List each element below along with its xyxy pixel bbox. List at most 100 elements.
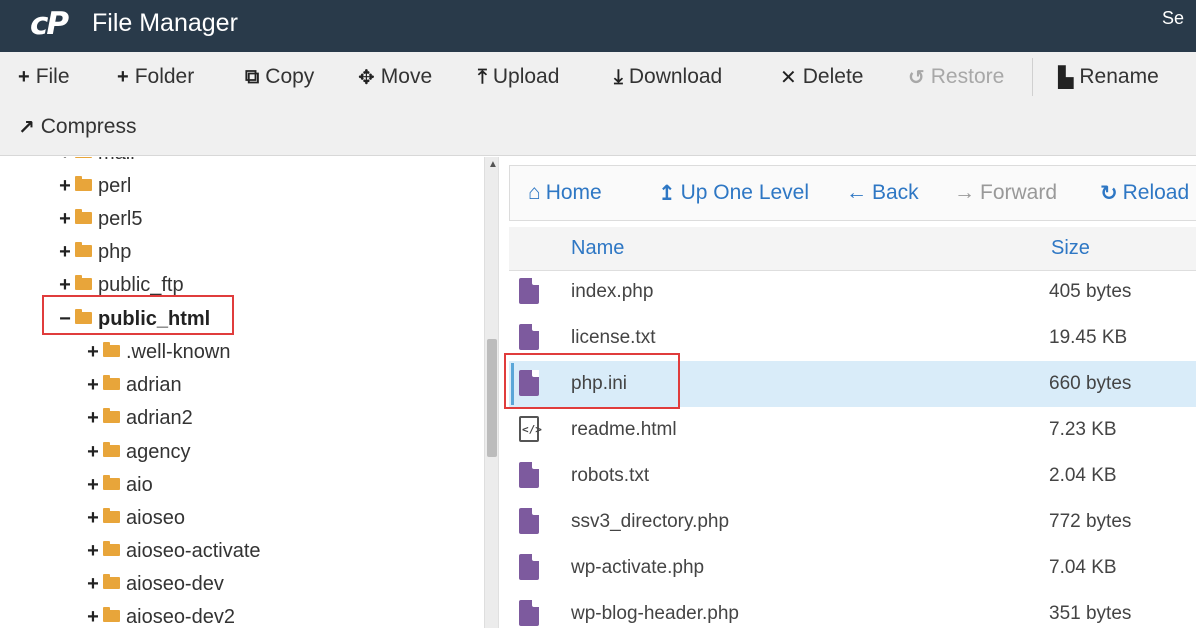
file-name: index.php xyxy=(571,281,654,302)
folder-icon xyxy=(103,442,120,457)
folder-icon xyxy=(75,176,92,191)
expand-icon[interactable]: + xyxy=(86,407,100,430)
tree-item[interactable]: + adrian xyxy=(86,369,181,401)
folder-icon xyxy=(103,574,120,589)
rename-button[interactable]: ▙ Rename xyxy=(1058,52,1159,102)
cpanel-logo[interactable]: cP xyxy=(30,6,69,42)
tree-item[interactable]: + perl xyxy=(58,170,131,202)
upload-button[interactable]: ⤒ Upload xyxy=(478,52,559,102)
table-row[interactable]: robots.txt 2.04 KB xyxy=(509,453,1196,499)
up-one-level-button[interactable]: ↥ Up One Level xyxy=(658,166,809,220)
title-bar: cP File Manager Se xyxy=(0,0,1196,52)
expand-icon[interactable]: + xyxy=(58,175,72,198)
folder-icon xyxy=(75,242,92,257)
file-name: wp-activate.php xyxy=(571,557,705,578)
scrollbar-thumb[interactable] xyxy=(487,339,497,457)
file-icon xyxy=(519,462,539,488)
tree-item[interactable]: + aioseo-dev xyxy=(86,568,224,600)
file-name: license.txt xyxy=(571,327,656,348)
file-name: readme.html xyxy=(571,419,677,440)
folder-icon xyxy=(103,342,120,357)
folder-icon xyxy=(75,209,92,224)
file-size: 351 bytes xyxy=(1049,603,1132,624)
new-file-button[interactable]: + File xyxy=(18,52,70,102)
copy-icon: ⧉ xyxy=(245,65,260,88)
download-icon: ⤓ xyxy=(614,65,623,88)
compress-icon: ↗ xyxy=(18,116,35,139)
file-size: 7.04 KB xyxy=(1049,557,1117,578)
folder-icon xyxy=(103,375,120,390)
expand-icon[interactable]: + xyxy=(86,507,100,530)
tree-item[interactable]: + perl5 xyxy=(58,203,142,235)
folder-icon xyxy=(103,475,120,490)
file-name: ssv3_directory.php xyxy=(571,511,730,532)
tree-item[interactable]: + .well-known xyxy=(86,336,230,368)
expand-icon[interactable]: + xyxy=(58,208,72,231)
expand-icon[interactable]: + xyxy=(86,374,100,397)
new-folder-button[interactable]: + Folder xyxy=(117,52,194,102)
file-size: 772 bytes xyxy=(1049,511,1132,532)
table-row[interactable]: </> readme.html 7.23 KB xyxy=(509,407,1196,453)
highlight-box-public-html xyxy=(42,295,234,335)
compress-button[interactable]: ↗ Compress xyxy=(18,102,136,152)
column-header-name[interactable]: Name xyxy=(571,237,624,260)
folder-icon xyxy=(75,275,92,290)
navigation-bar: ⌂ Home ↥ Up One Level ← Back → Forward ↻ Relo… xyxy=(509,165,1196,221)
file-size: 7.23 KB xyxy=(1049,419,1117,440)
folder-icon xyxy=(103,607,120,622)
table-header: Name Size xyxy=(509,227,1196,271)
expand-icon[interactable]: + xyxy=(86,573,100,596)
restore-button[interactable]: ↺ Restore xyxy=(908,52,1004,102)
file-icon: ▙ xyxy=(1058,66,1074,89)
folder-tree: +mail +perl +perl5 +php +public_ftp −pub… xyxy=(0,157,484,628)
tree-item[interactable]: + adrian2 xyxy=(86,402,193,434)
highlight-box-php-ini xyxy=(504,353,680,409)
expand-icon[interactable]: + xyxy=(86,540,100,563)
table-row[interactable]: wp-blog-header.php 351 bytes xyxy=(509,591,1196,628)
home-button[interactable]: ⌂ Home xyxy=(528,166,602,220)
back-button[interactable]: ← Back xyxy=(846,166,919,220)
tree-scrollbar[interactable]: ▲ xyxy=(484,157,498,628)
toolbar: + File + Folder ⧉ Copy ✥ Move ⤒ Upload ⤓ Downl… xyxy=(0,52,1196,156)
folder-icon xyxy=(75,157,92,158)
tree-item[interactable]: + aio xyxy=(86,469,153,501)
restore-icon: ↺ xyxy=(908,66,925,89)
tree-item-partial[interactable]: +mail xyxy=(58,157,135,169)
file-name: robots.txt xyxy=(571,465,650,486)
file-size: 2.04 KB xyxy=(1049,465,1117,486)
plus-icon: + xyxy=(18,65,30,88)
expand-icon[interactable]: + xyxy=(86,341,100,364)
tree-item[interactable]: + php xyxy=(58,236,131,268)
delete-icon: ✕ xyxy=(780,66,797,89)
table-row[interactable]: index.php 405 bytes xyxy=(509,269,1196,315)
folder-icon xyxy=(103,541,120,556)
file-icon xyxy=(519,324,539,350)
plus-icon: + xyxy=(117,65,129,88)
expand-icon[interactable]: + xyxy=(58,274,72,297)
tree-item[interactable]: + aioseo-activate xyxy=(86,535,260,567)
expand-icon[interactable]: + xyxy=(86,441,100,464)
move-icon: ✥ xyxy=(358,66,375,89)
delete-button[interactable]: ✕ Delete xyxy=(780,52,863,102)
folder-icon xyxy=(103,508,120,523)
column-header-size[interactable]: Size xyxy=(1051,237,1090,260)
reload-button[interactable]: ↻ Reload xyxy=(1100,166,1189,220)
download-button[interactable]: ⤓ Download xyxy=(614,52,722,102)
tree-item[interactable]: + agency xyxy=(86,436,190,468)
expand-icon[interactable]: + xyxy=(86,474,100,497)
arrow-left-icon: ← xyxy=(846,181,867,204)
expand-icon[interactable]: + xyxy=(86,606,100,628)
scroll-up-icon[interactable]: ▲ xyxy=(488,159,498,170)
expand-icon[interactable]: + xyxy=(58,241,72,264)
tree-item[interactable]: + aioseo xyxy=(86,502,185,534)
search-input-stub[interactable]: Se xyxy=(1162,8,1196,29)
file-icon xyxy=(519,554,539,580)
forward-button[interactable]: → Forward xyxy=(954,166,1057,220)
table-row[interactable]: ssv3_directory.php 772 bytes xyxy=(509,499,1196,545)
table-row[interactable]: wp-activate.php 7.04 KB xyxy=(509,545,1196,591)
move-button[interactable]: ✥ Move xyxy=(358,52,432,102)
file-size: 19.45 KB xyxy=(1049,327,1128,348)
file-size: 660 bytes xyxy=(1049,373,1132,394)
copy-button[interactable]: ⧉ Copy xyxy=(245,52,314,102)
tree-item[interactable]: + aioseo-dev2 xyxy=(86,601,235,628)
